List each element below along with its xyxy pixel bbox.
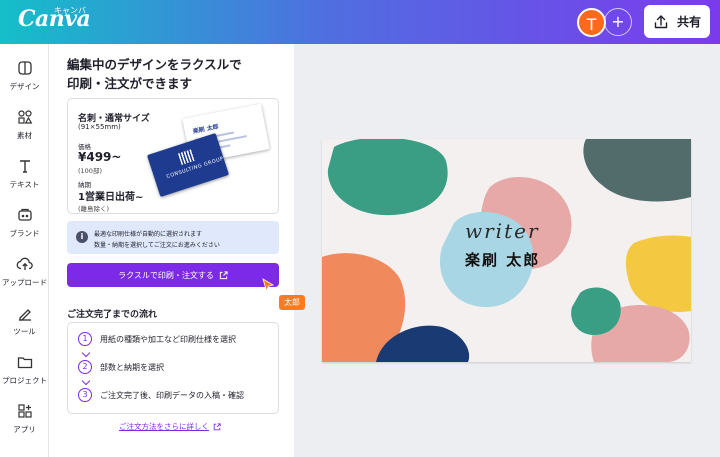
product-dimensions: (91×55mm): [78, 123, 121, 131]
order-flow: 1 用紙の種類や加工など印刷仕様を選択 2 部数と納期を選択 3 ご注文完了後、…: [67, 322, 279, 414]
left-rail: デザイン 素材 テキスト ブランド アップロード ツール プロジェクト アプリ: [0, 44, 49, 457]
upload-icon: [16, 257, 33, 270]
print-panel: 編集中のデザインをラクスルで 印刷・注文ができます 名刺・通常サイズ (91×5…: [49, 44, 294, 457]
notice-line-1: 最適な印刷仕様が自動的に選択されます: [94, 231, 203, 238]
notice-line-2: 数量・納期を選択してご注文にお進みください: [94, 242, 220, 249]
design-writer-text[interactable]: writer: [465, 219, 540, 243]
delivery-value: 1営業日出荷~: [78, 192, 144, 203]
share-button[interactable]: 共有: [644, 5, 710, 38]
avatar[interactable]: T: [577, 8, 606, 37]
print-order-label: ラクスルで印刷・注文する: [118, 270, 214, 280]
design-canvas[interactable]: writer 楽刷 太郎: [322, 139, 691, 362]
flow-title: ご注文完了までの流れ: [67, 310, 158, 320]
chevron-down-icon: [81, 348, 91, 358]
print-order-button[interactable]: ラクスルで印刷・注文する: [67, 263, 279, 287]
external-link-icon: [219, 270, 228, 279]
flow-step: 3 ご注文完了後、印刷データの入稿・確認: [78, 388, 244, 402]
step-number: 2: [78, 360, 92, 374]
text-icon: [19, 160, 30, 173]
step-text: ご注文完了後、印刷データの入稿・確認: [100, 390, 244, 400]
rail-item-tools[interactable]: ツール: [0, 304, 49, 337]
flow-step: 2 部数と納期を選択: [78, 360, 164, 374]
card-preview-back: CONSULTING GROUP: [146, 132, 230, 198]
rail-label: ブランド: [9, 229, 40, 238]
rail-item-apps[interactable]: アプリ: [0, 402, 49, 435]
design-icon: [17, 61, 32, 75]
info-icon: i: [76, 231, 88, 243]
brand-icon: [17, 208, 32, 221]
rail-item-projects[interactable]: プロジェクト: [0, 353, 49, 386]
rail-label: アップロード: [2, 278, 47, 287]
rail-label: プロジェクト: [2, 376, 47, 385]
price-value: ¥499~: [78, 150, 122, 164]
info-notice: i 最適な印刷仕様が自動的に選択されます 数量・納期を選択してご注文にお進みくだ…: [67, 221, 279, 254]
top-bar: Canva キャンバ T + 共有: [0, 0, 720, 44]
rail-label: ツール: [13, 327, 36, 336]
chevron-down-icon: [81, 376, 91, 386]
more-details-label: ご注文方法をさらに詳しく: [119, 422, 209, 431]
step-text: 部数と納期を選択: [100, 362, 164, 372]
quantity-note: (100部): [78, 167, 102, 175]
rail-label: デザイン: [9, 82, 40, 91]
rail-label: アプリ: [13, 425, 36, 434]
design-name-text[interactable]: 楽刷 太郎: [465, 249, 540, 270]
rail-item-design[interactable]: デザイン: [0, 59, 49, 92]
rail-label: テキスト: [9, 180, 40, 189]
rail-item-elements[interactable]: 素材: [0, 108, 49, 141]
collaborator-name-tag: 太郎: [279, 295, 305, 310]
add-collaborator-button[interactable]: +: [604, 8, 632, 36]
more-details-link[interactable]: ご注文方法をさらに詳しく: [119, 421, 221, 432]
logo-kana: キャンバ: [54, 6, 86, 15]
step-number: 1: [78, 332, 92, 346]
tools-icon: [18, 309, 31, 321]
collaborator-cursor-icon: [262, 278, 274, 292]
step-text: 用紙の種類や加工など印刷仕様を選択: [100, 334, 236, 344]
rail-item-upload[interactable]: アップロード: [0, 255, 49, 288]
projects-icon: [17, 357, 32, 369]
panel-title: 編集中のデザインをラクスルで 印刷・注文ができます: [67, 57, 242, 91]
rail-item-text[interactable]: テキスト: [0, 157, 49, 190]
step-number: 3: [78, 388, 92, 402]
product-card[interactable]: 名刺・通常サイズ (91×55mm) 価格 ¥499~ (100部) 納期 1営…: [67, 98, 279, 214]
apps-icon: [17, 404, 32, 418]
flow-step: 1 用紙の種類や加工など印刷仕様を選択: [78, 332, 236, 346]
external-link-icon: [213, 422, 221, 430]
elements-icon: [17, 110, 32, 124]
share-icon: [654, 14, 668, 28]
rail-label: 素材: [17, 131, 32, 140]
share-label: 共有: [676, 15, 701, 29]
delivery-note: (離島除く): [78, 205, 110, 213]
rail-item-brand[interactable]: ブランド: [0, 206, 49, 239]
